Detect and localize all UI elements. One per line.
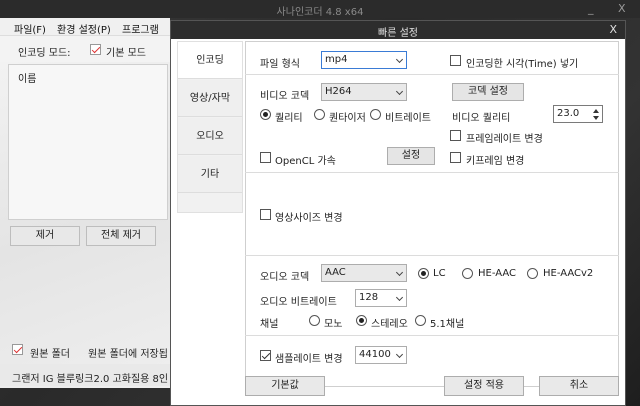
dialog-title: 빠른 설정 (378, 28, 418, 39)
channel-label: 채널 (260, 319, 279, 330)
divider (245, 74, 619, 75)
opencl-settings-button[interactable]: 설정 (387, 147, 435, 165)
encoding-time-label: 인코딩한 시각(Time) 넣기 (466, 59, 579, 70)
audio-codec-value: AAC (325, 267, 346, 278)
divider (245, 255, 619, 256)
chevron-down-icon (395, 87, 404, 96)
rate-mode-quantizer-label: 퀀타이저 (329, 113, 366, 124)
dialog-close-icon[interactable]: X (609, 23, 617, 36)
opencl-label: OpenCL 가속 (275, 156, 336, 167)
rate-mode-bitrate-label: 비트레이트 (385, 113, 431, 124)
list-column-name[interactable]: 이름 (18, 70, 36, 85)
channel-51-label: 5.1채널 (430, 319, 465, 330)
aac-hev2-radio[interactable] (527, 268, 538, 280)
encoding-mode-value: 기본 모드 (106, 48, 146, 59)
aac-he-label: HE-AAC (478, 268, 516, 279)
menubar: 파일(F) 환경 설정(P) 프로그램 정 (0, 18, 170, 51)
rate-mode-quality-label: 퀄리티 (275, 113, 303, 124)
video-quality-value: 23.0 (557, 108, 580, 119)
aac-lc-radio[interactable] (418, 268, 429, 280)
quick-settings-dialog: 빠른 설정 X 인코딩 영상/자막 오디오 기타 파일 형식 mp4 인코딩한 … (170, 20, 626, 406)
file-format-select[interactable]: mp4 (321, 51, 407, 69)
apply-button[interactable]: 설정 적용 (444, 376, 524, 396)
menu-file[interactable]: 파일(F) (14, 21, 46, 36)
channel-mono-radio[interactable] (309, 315, 320, 327)
resize-label: 영상사이즈 변경 (275, 213, 343, 224)
settings-tab-list: 인코딩 영상/자막 오디오 기타 (177, 41, 243, 213)
rate-mode-quantizer-radio[interactable] (314, 109, 325, 121)
spin-down-icon[interactable] (593, 116, 599, 120)
main-window-title: 사나인코더 4.8 x64 (276, 7, 364, 18)
main-titlebar: 사나인코더 4.8 x64 _ X (0, 0, 640, 18)
cancel-button[interactable]: 취소 (539, 376, 619, 396)
dialog-titlebar: 빠른 설정 X (171, 21, 625, 39)
video-codec-select[interactable]: H264 (321, 83, 407, 101)
audio-codec-label: 오디오 코덱 (260, 272, 310, 283)
menu-settings[interactable]: 환경 설정(P) (57, 21, 111, 36)
tab-etc[interactable]: 기타 (178, 156, 242, 193)
divider (245, 335, 619, 336)
video-quality-spinner[interactable]: 23.0 (553, 105, 603, 123)
minimize-icon[interactable]: _ (588, 2, 594, 15)
video-codec-value: H264 (325, 86, 352, 97)
audio-bitrate-select[interactable]: 128 (355, 289, 407, 307)
file-list[interactable] (8, 64, 168, 220)
file-format-value: mp4 (325, 54, 348, 65)
chevron-down-icon (395, 55, 404, 64)
mode-row: 인코딩 모드: 기본 모드 (0, 36, 170, 62)
aac-lc-label: LC (433, 268, 446, 279)
chevron-down-icon (395, 350, 404, 359)
status-text: 그랜저 IG 블루링크2.0 고화질용 8인치 (12, 374, 168, 385)
remove-all-button[interactable]: 전체 제거 (86, 226, 156, 246)
chevron-down-icon (395, 268, 404, 277)
spin-up-icon[interactable] (593, 109, 599, 113)
tab-video-subtitle[interactable]: 영상/자막 (178, 80, 242, 117)
remove-button[interactable]: 제거 (10, 226, 80, 246)
audio-bitrate-value: 128 (359, 292, 379, 303)
chevron-down-icon (395, 293, 404, 302)
sample-rate-select[interactable]: 44100 (355, 346, 407, 364)
sample-rate-value: 44100 (359, 349, 391, 360)
encoding-time-checkbox[interactable] (450, 55, 461, 67)
video-codec-label: 비디오 코덱 (260, 91, 310, 102)
status-bar: 그랜저 IG 블루링크2.0 고화질용 8인치 (0, 364, 170, 386)
tab-encoding[interactable]: 인코딩 (178, 42, 242, 79)
original-folder-text: 원본 폴더에 저장됩니 (88, 349, 168, 360)
aac-hev2-label: HE-AACv2 (543, 268, 594, 279)
divider (245, 172, 619, 173)
channel-stereo-label: 스테레오 (371, 319, 408, 330)
resize-checkbox[interactable] (260, 209, 271, 221)
encoding-mode-label: 인코딩 모드: (18, 48, 71, 59)
encoding-mode-checkbox[interactable] (90, 44, 101, 56)
channel-mono-label: 모노 (324, 319, 343, 330)
keyframe-label: 키프레임 변경 (466, 156, 525, 167)
aac-he-radio[interactable] (462, 268, 473, 280)
tab-audio[interactable]: 오디오 (178, 118, 242, 155)
sample-rate-label: 샘플레이트 변경 (275, 354, 343, 365)
default-button[interactable]: 기본값 (245, 376, 325, 396)
sample-rate-checkbox[interactable] (260, 350, 271, 362)
video-quality-label: 비디오 퀄리티 (452, 113, 511, 124)
audio-bitrate-label: 오디오 비트레이트 (260, 297, 337, 308)
original-folder-label: 원본 폴더 (30, 349, 70, 360)
rate-mode-bitrate-radio[interactable] (370, 109, 381, 121)
close-icon[interactable]: X (618, 2, 626, 15)
keyframe-checkbox[interactable] (450, 152, 461, 164)
channel-51-radio[interactable] (415, 315, 426, 327)
frame-rate-label: 프레임레이트 변경 (466, 134, 543, 145)
audio-codec-select[interactable]: AAC (321, 264, 407, 282)
original-folder-checkbox[interactable] (12, 344, 23, 356)
opencl-checkbox[interactable] (260, 152, 271, 164)
rate-mode-quality-radio[interactable] (260, 109, 271, 121)
file-format-label: 파일 형식 (260, 59, 300, 70)
codec-settings-button[interactable]: 코덱 설정 (452, 83, 524, 101)
frame-rate-checkbox[interactable] (450, 130, 461, 142)
channel-stereo-radio[interactable] (356, 315, 367, 327)
